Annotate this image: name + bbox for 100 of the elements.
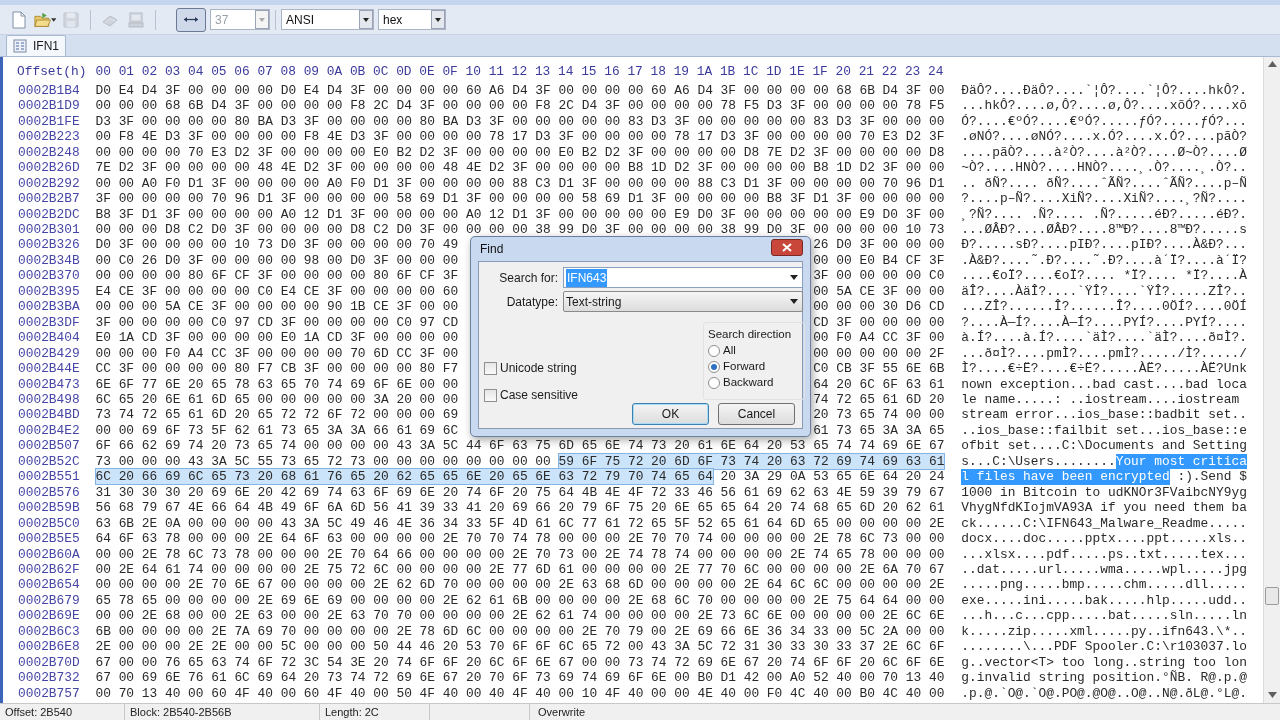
offset-label: 0002B3BA xyxy=(18,299,80,315)
hex-bytes: 00 5A CE 3F 00 00 xyxy=(813,283,945,300)
radio-button[interactable]: Forward xyxy=(708,360,804,373)
hex-bytes: CD 3F 00 00 00 00 xyxy=(813,314,945,331)
scroll-up-icon[interactable] xyxy=(1267,61,1277,67)
hex-bytes: 6F 66 62 69 74 20 73 65 74 00 00 00 00 43 3A 5C 44 6F 63 75 6D 65 6E 74 73 20 61 6E 64 20 53 65 74 74 69 6E 67 xyxy=(95,438,945,454)
text-chars: ~Ò?....HNÒ?....HNÒ?....¸.Ò?....¸.Ò?.. xyxy=(961,160,1247,176)
text-chars: ..dat.....url.....wma.....wpl.....jpg xyxy=(961,562,1247,578)
datatype-dropdown[interactable]: Text-string xyxy=(563,291,803,312)
hex-bytes: 3F 00 00 00 00 C0 xyxy=(813,268,945,284)
text-chars: ...ð¤Ì?....pmÌ?....pmÌ?...../Ì?...../ xyxy=(961,345,1247,361)
text-chars: le name.....: ..iostream....iostream xyxy=(961,392,1241,408)
hex-bytes: 26 D0 3F 00 00 00 xyxy=(813,237,945,253)
offset-label: 0002B395 xyxy=(18,283,80,299)
hex-bytes: E0 1A CD 3F 00 00 00 00 E0 1A CD 3F 00 00 00 00 xyxy=(95,330,459,346)
tab[interactable]: IFN1 xyxy=(6,35,66,56)
column-header: 0B xyxy=(349,64,366,80)
scrollbar[interactable] xyxy=(1263,57,1280,703)
offset-label: 0002B5E5 xyxy=(18,531,80,547)
scroll-down-icon[interactable] xyxy=(1267,692,1277,698)
column-header: 16 xyxy=(604,64,620,80)
column-header: 1D xyxy=(766,64,782,80)
toolbar-button[interactable] xyxy=(176,7,206,32)
hex-bytes: 6C 20 66 69 6C 65 73 20 68 61 76 65 20 62 65 65 6E 20 65 6E 63 72 79 70 74 65 64 xyxy=(95,469,713,485)
text-chars: ¸?Ñ?.... .Ñ?.... .Ñ?.....éÐ?.....éÐ?. xyxy=(961,206,1247,222)
checkbox[interactable]: Case sensitive xyxy=(484,386,579,404)
text-chars: s...C:\Users........ xyxy=(961,453,1116,470)
hex-bytes: 74 72 65 61 6D 20 xyxy=(813,392,945,408)
text-chars: ...h...c...cpp.....bat.....sln.....ln xyxy=(961,608,1247,624)
offset-label: 0002B26D xyxy=(18,160,80,176)
hex-bytes: 00 00 2E 68 00 00 2E 63 00 00 2E 63 70 70 00 00 00 00 2E 62 61 74 00 00 00 00 2E 73 6C 6E 00 00 00 00 2E 6C 6E xyxy=(95,608,945,624)
text-chars: ...xlsx....pdf.....ps..txt.....tex... xyxy=(961,546,1247,562)
column-header: 0D xyxy=(396,64,412,80)
column-header: Offset(h) xyxy=(17,64,87,79)
hex-bytes: 59 6F 75 72 20 6D 6F 73 74 20 63 72 69 74 69 63 61 xyxy=(558,453,945,469)
radio-button[interactable]: Backward xyxy=(708,376,804,389)
column-header: 06 xyxy=(234,64,250,80)
hex-bytes: CC 3F 00 00 00 00 80 F7 CB 3F 00 00 00 00 80 F7 xyxy=(95,361,459,377)
text-chars: ....€oÏ?....€oÏ?.... *Ï?.... *Ï?....À xyxy=(961,268,1247,284)
status-text: Length: 2C xyxy=(325,704,379,720)
radio-button[interactable]: All xyxy=(708,344,804,357)
resize-arrows-icon xyxy=(184,16,198,23)
text-chars: à.Í?....à.Í?....`äÌ?....`äÌ?....ð¤Ì?. xyxy=(961,330,1247,346)
dialog-button[interactable]: Cancel xyxy=(718,403,795,425)
offset-label: 0002B498 xyxy=(18,392,80,407)
column-header: 1E xyxy=(789,64,805,80)
offset-label: 0002B248 xyxy=(18,144,80,160)
group-label: Search direction xyxy=(708,327,793,341)
dialog-title: Find xyxy=(479,241,504,258)
hex-bytes: 00 70 13 40 00 60 4F 40 00 60 4F 40 00 50 4F 40 00 40 4F 40 00 10 4F 40 00 00 4E 40 00 F0 4C 40 00 B0 4C 40 00 xyxy=(95,685,945,701)
offset-label: 0002B1FE xyxy=(18,113,80,129)
text-chars: ........\...PDF Spooler.C:\r103037.lo xyxy=(961,639,1247,655)
offset-label: 0002B34B xyxy=(18,252,80,268)
offset-label: 0002B757 xyxy=(18,685,80,701)
hex-bytes: 00 2E 64 61 74 00 00 00 00 2E 75 72 6C 00 00 00 00 2E 77 6D 61 00 00 00 00 2E 77 70 6C 00 00 00 00 2E 6A 70 67 xyxy=(95,562,945,577)
close-icon xyxy=(782,243,792,252)
text-chars: :).Send $ xyxy=(1176,469,1247,485)
column-header: 21 xyxy=(858,64,875,80)
hex-bytes: 6E 6F 77 6E 20 65 78 63 65 70 74 69 6F 6E 00 00 xyxy=(95,376,459,392)
text-chars: g..vector<T> too long..string too lon xyxy=(961,654,1247,670)
scroll-thumb[interactable] xyxy=(1265,587,1279,605)
text-chars: ....pãÒ?....à²Ò?....à²Ò?....Ø~Ò?....Ø xyxy=(961,144,1247,160)
dropdown[interactable]: hex xyxy=(378,9,446,30)
dialog-button[interactable]: OK xyxy=(632,403,709,425)
column-header: 19 xyxy=(673,64,690,80)
offset-label: 0002B576 xyxy=(18,484,80,500)
column-header: 0C xyxy=(373,64,389,80)
text-chars: äÎ?....ÀäÎ?....`ŸÎ?....`ŸÎ?.....ZÎ?.. xyxy=(961,283,1247,299)
hex-bytes: 00 00 E0 B4 CF 3F xyxy=(813,252,945,269)
text-chars: ck......C:\IFN643_Malware_Readme..... xyxy=(961,515,1247,532)
text-chars: ...ØÂÐ?....ØÂÐ?....8™Ð?....8™Ð?.....s xyxy=(961,222,1247,238)
offset-label: 0002B44E xyxy=(18,361,80,377)
hex-bytes: 00 00 00 00 00 2F xyxy=(813,345,945,362)
close-button[interactable] xyxy=(771,239,803,256)
hex-bytes: D0 3F 00 00 00 00 10 73 D0 3F 00 00 00 00 70 49 xyxy=(95,237,459,253)
text-chars: Ì?....€÷Ë?....€÷Ë?.....ÀË?.....ÀË?Unk xyxy=(961,361,1247,377)
offset-label: 0002B654 xyxy=(18,577,80,593)
offset-label: 0002B1D9 xyxy=(18,98,80,114)
text-chars: .À&Ð?....˜.Ð?....˜.Ð?....à´Ï?....à´Ï? xyxy=(961,252,1247,268)
hex-bytes: 65 78 65 00 00 00 00 2E 69 6E 69 00 00 00 00 2E 62 61 6B 00 00 00 00 2E 68 6C 70 00 00 00 00 2E 75 64 64 00 00 xyxy=(95,592,945,608)
caret-icon xyxy=(431,10,445,29)
offset-label: 0002B2DC xyxy=(18,206,80,222)
checkbox[interactable]: Unicode string xyxy=(484,359,579,377)
offset-label: 0002B59B xyxy=(18,500,80,516)
text-chars: ofbit set....C:\Documents and Setting xyxy=(961,438,1247,454)
column-header: 01 xyxy=(118,64,135,80)
caret-icon xyxy=(790,275,798,280)
column-header: 14 xyxy=(558,64,574,80)
hex-bytes: 00 00 69 6F 73 5F 62 61 73 65 3A 3A 66 61 69 6C xyxy=(95,422,459,438)
field-label: Search for: xyxy=(498,269,559,287)
open-folder-icon xyxy=(34,10,51,29)
caret-icon xyxy=(359,10,373,29)
text-chars: .....png.....bmp.....chm.....dll..... xyxy=(961,577,1247,593)
hex-bytes: 73 00 00 00 43 3A 5C 55 73 65 72 73 00 00 00 00 00 00 00 00 xyxy=(95,453,551,469)
hex-bytes: 73 74 72 65 61 6D 20 65 72 72 6F 72 00 00 00 69 xyxy=(95,407,459,423)
hex-bytes: 67 00 69 6E 76 61 6C 69 64 20 73 74 72 69 6E 67 20 70 6F 73 69 74 69 6F 6E 00 B0 D1 42 00 A0 52 40 00 70 13 40 xyxy=(95,670,945,686)
dropdown[interactable]: ANSI xyxy=(281,9,374,30)
offset-label: 0002B370 xyxy=(18,268,80,284)
hex-bytes: 64 20 6C 6F 63 61 xyxy=(813,376,945,392)
column-header: 11 xyxy=(488,64,505,80)
